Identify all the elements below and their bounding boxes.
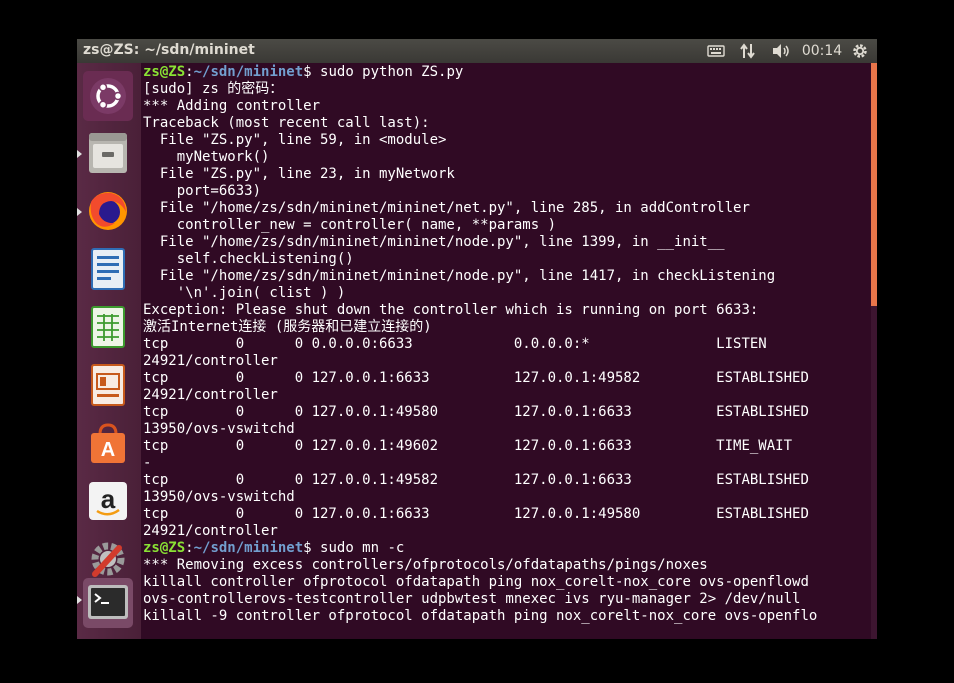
svg-text:A: A	[101, 439, 115, 461]
top-panel: zs@ZS: ~/sdn/mininet 00:14	[77, 39, 877, 63]
files-button[interactable]	[83, 128, 133, 178]
prompt-separator: :	[185, 540, 194, 556]
output-line: 13950/ovs-vswitchd	[143, 421, 295, 437]
scrollbar-thumb[interactable]	[871, 63, 877, 306]
impress-presentation-icon	[91, 364, 125, 406]
gear-icon[interactable]	[849, 41, 871, 61]
network-icon[interactable]	[737, 41, 759, 61]
command-line: sudo mn -c	[320, 540, 405, 556]
terminal-icon	[88, 585, 128, 619]
terminal-scrollbar[interactable]	[871, 63, 877, 639]
prompt-user: zs@ZS	[143, 64, 186, 80]
output-line: File "/home/zs/sdn/mininet/mininet/node.…	[143, 234, 725, 250]
output-line: *** Removing excess controllers/ofprotoc…	[143, 557, 708, 573]
output-line: ovs-controllerovs-testcontroller udpbwte…	[143, 591, 801, 607]
output-line: tcp 0 0 127.0.0.1:6633 127.0.0.1:49582 E…	[143, 370, 809, 386]
output-line: 13950/ovs-vswitchd	[143, 489, 295, 505]
running-indicator	[77, 150, 82, 158]
output-line: killall controller ofprotocol ofdatapath…	[143, 574, 809, 590]
output-line: File "ZS.py", line 59, in <module>	[143, 132, 447, 148]
output-line: tcp 0 0 0.0.0.0:6633 0.0.0.0:* LISTEN	[143, 336, 767, 352]
ubuntu-dash-button[interactable]	[83, 71, 133, 121]
output-line: tcp 0 0 127.0.0.1:6633 127.0.0.1:49580 E…	[143, 506, 809, 522]
ubuntu-software-button[interactable]: A	[83, 418, 133, 468]
terminal-button[interactable]	[83, 578, 133, 628]
output-line: -	[143, 455, 152, 471]
keyboard-icon[interactable]	[705, 41, 727, 61]
prompt-user: zs@ZS	[143, 540, 186, 556]
system-settings-button[interactable]	[83, 534, 133, 584]
output-line: myNetwork()	[143, 149, 270, 165]
output-line: self.checkListening()	[143, 251, 354, 267]
output-line: Traceback (most recent call last):	[143, 115, 430, 131]
output-line: tcp 0 0 127.0.0.1:49602 127.0.0.1:6633 T…	[143, 438, 793, 454]
running-indicator	[77, 596, 82, 604]
ubuntu-logo-icon	[90, 78, 126, 114]
output-line: [sudo] zs 的密码：	[143, 81, 284, 97]
firefox-icon	[89, 192, 127, 230]
firefox-button[interactable]	[83, 186, 133, 236]
output-line: tcp 0 0 127.0.0.1:49580 127.0.0.1:6633 E…	[143, 404, 809, 420]
output-line: File "/home/zs/sdn/mininet/mininet/node.…	[143, 268, 776, 284]
output-line: 24921/controller	[143, 353, 278, 369]
window-title: zs@ZS: ~/sdn/mininet	[83, 42, 255, 58]
clock[interactable]: 00:14	[801, 41, 843, 61]
settings-wrench-icon	[91, 542, 125, 577]
prompt-symbol: $	[303, 540, 321, 556]
libreoffice-impress-button[interactable]	[83, 360, 133, 410]
amazon-button[interactable]: a	[83, 476, 133, 526]
terminal-output: zs@ZS:~/sdn/mininet$ sudo python ZS.py […	[143, 64, 817, 625]
calc-spreadsheet-icon	[91, 306, 125, 348]
volume-icon[interactable]	[769, 41, 793, 61]
command-line: sudo python ZS.py	[320, 64, 464, 80]
desktop-screen: zs@ZS: ~/sdn/mininet 00:14 A a zs@ZS:~/s…	[77, 39, 877, 639]
output-line: File "/home/zs/sdn/mininet/mininet/net.p…	[143, 200, 750, 216]
output-line: *** Adding controller	[143, 98, 321, 114]
shopping-bag-icon: A	[91, 423, 125, 463]
libreoffice-calc-button[interactable]	[83, 302, 133, 352]
output-line: 激活Internet连接 (服务器和已建立连接的)	[143, 319, 432, 335]
libreoffice-writer-button[interactable]	[83, 244, 133, 294]
output-line: '\n'.join( clist ) )	[143, 285, 346, 301]
output-line: File "ZS.py", line 23, in myNetwork	[143, 166, 455, 182]
output-line: controller_new = controller( name, **par…	[143, 217, 557, 233]
output-line: Exception: Please shut down the controll…	[143, 302, 759, 318]
writer-document-icon	[91, 248, 125, 290]
terminal-window[interactable]: zs@ZS:~/sdn/mininet$ sudo python ZS.py […	[141, 63, 877, 639]
running-indicator	[77, 208, 82, 216]
amazon-icon: a	[89, 482, 127, 520]
output-line: 24921/controller	[143, 523, 278, 539]
output-line: port=6633)	[143, 183, 262, 199]
prompt-separator: :	[185, 64, 194, 80]
launcher: A a	[77, 63, 141, 639]
output-line: killall -9 controller ofprotocol ofdatap…	[143, 608, 818, 624]
prompt-path: ~/sdn/mininet	[193, 64, 304, 80]
output-line: tcp 0 0 127.0.0.1:49582 127.0.0.1:6633 E…	[143, 472, 809, 488]
prompt-symbol: $	[303, 64, 321, 80]
prompt-path: ~/sdn/mininet	[193, 540, 304, 556]
output-line: 24921/controller	[143, 387, 278, 403]
svg-text:a: a	[101, 484, 116, 514]
file-cabinet-icon	[89, 133, 127, 173]
